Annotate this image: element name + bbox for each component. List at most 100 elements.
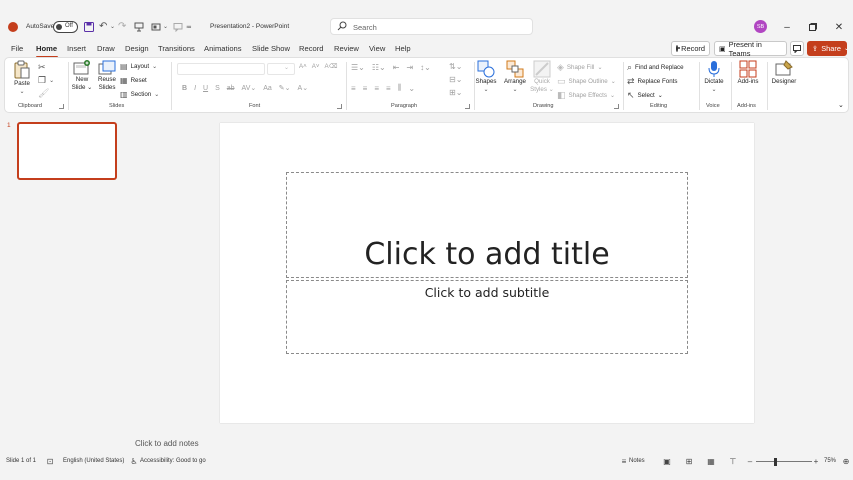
zoom-slider[interactable] bbox=[756, 461, 812, 462]
columns-icon[interactable]: ⫼ bbox=[398, 83, 402, 93]
cut-button[interactable]: ✂ bbox=[38, 62, 46, 73]
present-in-teams-button[interactable]: ▣ Present in Teams bbox=[714, 40, 787, 58]
slideshow-view-icon[interactable]: ⊤ bbox=[728, 457, 738, 466]
align-text-icon[interactable]: ⊟⌄ bbox=[449, 75, 462, 84]
presenter-icon[interactable] bbox=[134, 20, 144, 33]
underline-button[interactable]: U bbox=[203, 85, 208, 92]
tab-view[interactable]: View bbox=[369, 44, 385, 53]
slideshow-dropdown-icon[interactable]: ⌄ bbox=[163, 20, 168, 33]
collapse-ribbon-icon[interactable]: ⌄ bbox=[838, 101, 844, 109]
find-replace-button[interactable]: ⌕ Find and Replace bbox=[627, 62, 684, 73]
column-dropdown-icon[interactable]: ⌄ bbox=[408, 84, 415, 93]
bullets-icon[interactable]: ☰⌄ bbox=[351, 63, 365, 72]
comment-icon[interactable] bbox=[173, 20, 183, 33]
clear-format-icon[interactable]: A⌫ bbox=[325, 63, 338, 70]
paragraph-launcher-icon[interactable] bbox=[465, 104, 470, 109]
tab-record[interactable]: Record bbox=[299, 44, 323, 53]
grow-font-icon[interactable]: A˄ bbox=[299, 63, 307, 70]
redo-icon[interactable]: ↷ bbox=[118, 20, 126, 33]
font-launcher-icon[interactable] bbox=[337, 104, 342, 109]
accessibility-status[interactable]: Accessibility: Good to go bbox=[140, 458, 206, 464]
clipboard-launcher-icon[interactable] bbox=[59, 104, 64, 109]
text-direction-icon[interactable]: ⇅⌄ bbox=[449, 62, 462, 71]
undo-dropdown-icon[interactable]: ⌄ bbox=[110, 20, 115, 33]
change-case-button[interactable]: Aa bbox=[263, 85, 272, 92]
slide-sorter-icon[interactable]: ⊞ bbox=[684, 457, 694, 466]
designer-button[interactable]: Designer bbox=[769, 60, 799, 86]
undo-icon[interactable]: ↶ bbox=[99, 20, 107, 33]
tab-insert[interactable]: Insert bbox=[67, 44, 86, 53]
notes-placeholder[interactable]: Click to add notes bbox=[135, 439, 199, 448]
notes-toggle[interactable]: Notes bbox=[629, 458, 645, 464]
normal-view-icon[interactable]: ▣ bbox=[662, 457, 672, 466]
title-placeholder[interactable]: Click to add title bbox=[286, 172, 688, 278]
record-button[interactable]: Record bbox=[671, 41, 710, 56]
spacing-icon[interactable]: AV⌄ bbox=[242, 84, 257, 92]
align-left-icon[interactable]: ≡ bbox=[351, 84, 356, 93]
tab-review[interactable]: Review bbox=[334, 44, 359, 53]
dictate-button[interactable]: Dictate ⌄ bbox=[702, 60, 726, 94]
font-name-combobox[interactable] bbox=[177, 63, 265, 75]
language-status[interactable]: English (United States) bbox=[63, 458, 124, 464]
slide-canvas[interactable]: Click to add title Click to add subtitle bbox=[220, 123, 754, 423]
select-button[interactable]: ↖ Select ⌄ bbox=[627, 90, 663, 101]
tab-transitions[interactable]: Transitions bbox=[158, 44, 195, 53]
shape-outline-button[interactable]: ▭ Shape Outline ⌄ bbox=[557, 76, 616, 87]
slide-thumbnail[interactable] bbox=[17, 122, 117, 180]
paste-button[interactable]: Paste ⌄ bbox=[11, 60, 33, 96]
subtitle-placeholder[interactable]: Click to add subtitle bbox=[286, 280, 688, 354]
shrink-font-icon[interactable]: A˅ bbox=[312, 63, 320, 70]
shape-effects-button[interactable]: ◧ Shape Effects ⌄ bbox=[557, 90, 615, 101]
search-box[interactable]: Search bbox=[330, 18, 533, 35]
minimize-icon[interactable]: – bbox=[780, 20, 794, 34]
zoom-level[interactable]: 75% bbox=[824, 458, 836, 464]
shape-fill-button[interactable]: ◈ Shape Fill ⌄ bbox=[557, 62, 602, 73]
spelling-icon[interactable]: ⊡ bbox=[45, 457, 55, 466]
strikethrough-icon[interactable]: ab bbox=[227, 85, 235, 92]
accessibility-icon[interactable]: ♿ bbox=[129, 457, 139, 466]
new-slide-button[interactable]: New Slide ⌄ bbox=[71, 60, 93, 92]
highlight-icon[interactable]: ✎⌄ bbox=[279, 84, 291, 92]
increase-indent-icon[interactable]: ⇥ bbox=[406, 63, 413, 72]
slideshow-icon[interactable] bbox=[151, 20, 161, 33]
shadow-button[interactable]: S bbox=[215, 85, 220, 92]
notes-icon[interactable]: ≡ bbox=[619, 457, 629, 466]
comments-button[interactable] bbox=[790, 41, 804, 56]
numbering-icon[interactable]: ☷⌄ bbox=[372, 63, 386, 72]
tab-file[interactable]: File bbox=[11, 44, 23, 53]
decrease-indent-icon[interactable]: ⇤ bbox=[393, 63, 400, 72]
shapes-button[interactable]: Shapes ⌄ bbox=[475, 60, 497, 94]
tab-draw[interactable]: Draw bbox=[97, 44, 115, 53]
tab-animations[interactable]: Animations bbox=[204, 44, 242, 53]
save-icon[interactable] bbox=[84, 20, 94, 33]
align-right-icon[interactable]: ≡ bbox=[374, 84, 379, 93]
share-button[interactable]: ⇪ Share ⌄ bbox=[807, 41, 849, 56]
add-ins-button[interactable]: Add-ins bbox=[734, 60, 762, 86]
italic-button[interactable]: I bbox=[194, 85, 196, 92]
restore-icon[interactable] bbox=[806, 20, 820, 34]
layout-button[interactable]: ▤ Layout ⌄ bbox=[120, 62, 157, 71]
fit-to-window-icon[interactable]: ⊕ bbox=[841, 457, 851, 466]
avatar[interactable]: SB bbox=[754, 20, 767, 33]
customize-toolbar-icon[interactable]: ≂ bbox=[186, 20, 192, 33]
reuse-slides-button[interactable]: Reuse Slides bbox=[95, 60, 119, 92]
tab-home[interactable]: Home bbox=[36, 44, 57, 53]
close-icon[interactable]: ✕ bbox=[832, 20, 846, 34]
tab-design[interactable]: Design bbox=[125, 44, 149, 53]
bold-button[interactable]: B bbox=[182, 85, 187, 92]
replace-fonts-button[interactable]: ⇄ Replace Fonts bbox=[627, 76, 677, 87]
copy-button[interactable]: ❐ ⌄ bbox=[38, 75, 54, 86]
justify-icon[interactable]: ≡ bbox=[386, 84, 391, 93]
arrange-button[interactable]: Arrange ⌄ bbox=[501, 60, 529, 94]
reading-view-icon[interactable]: ▦ bbox=[706, 457, 716, 466]
format-painter-button[interactable]: 🖌 bbox=[38, 88, 49, 99]
zoom-out-icon[interactable]: – bbox=[745, 457, 755, 466]
drawing-launcher-icon[interactable] bbox=[614, 104, 619, 109]
align-center-icon[interactable]: ≡ bbox=[363, 84, 368, 93]
tab-help[interactable]: Help bbox=[395, 44, 411, 53]
reset-button[interactable]: ▦ Reset bbox=[120, 76, 147, 85]
tab-slide-show[interactable]: Slide Show bbox=[252, 44, 290, 53]
quick-styles-button[interactable]: Quick Styles ⌄ bbox=[530, 60, 554, 94]
autosave-toggle[interactable]: Off bbox=[53, 21, 78, 33]
line-spacing-icon[interactable]: ↕⌄ bbox=[420, 63, 431, 72]
